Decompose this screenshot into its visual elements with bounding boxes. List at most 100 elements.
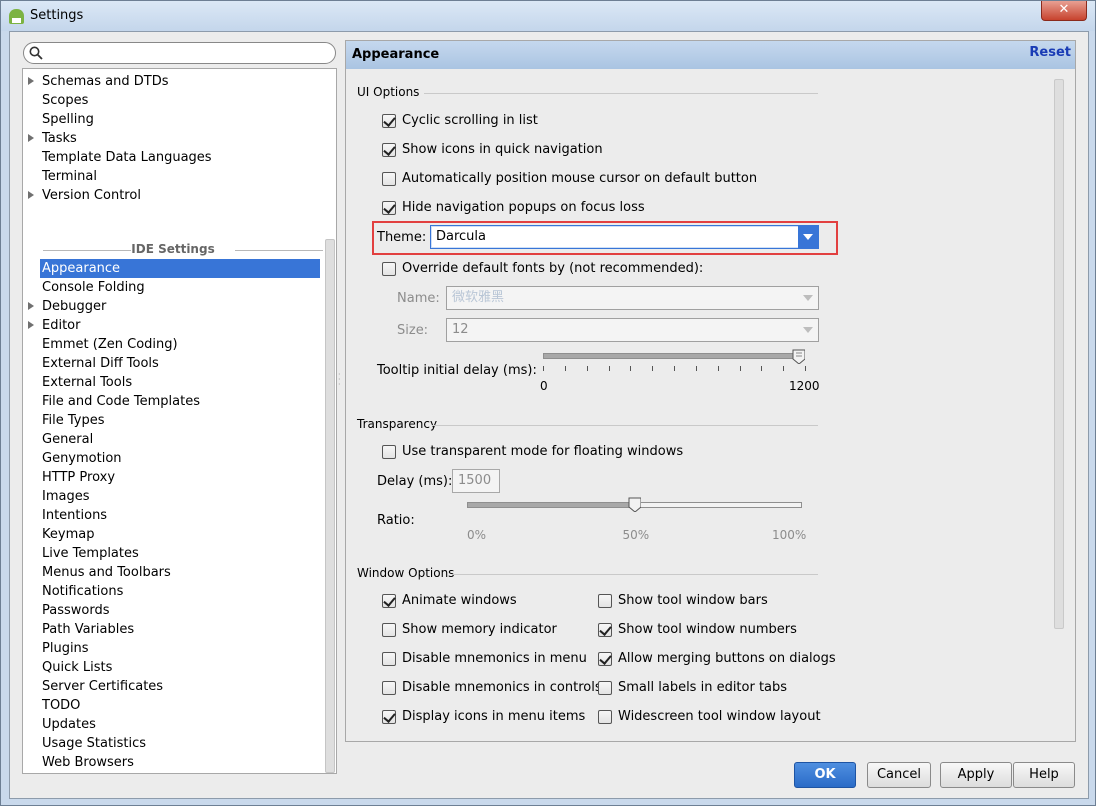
checkbox-label: Cyclic scrolling in list — [402, 113, 538, 128]
tree-scrollbar[interactable] — [325, 239, 335, 773]
delay-label: Delay (ms): — [377, 474, 453, 489]
sidebar-item[interactable]: Spelling — [40, 110, 96, 129]
chevron-right-icon[interactable] — [28, 321, 34, 329]
sidebar-item[interactable]: Web Browsers — [40, 753, 136, 772]
checkbox-box[interactable] — [382, 262, 396, 276]
ok-button[interactable]: OK — [794, 762, 856, 788]
sidebar-item[interactable]: Notifications — [40, 582, 125, 601]
checkbox-box[interactable] — [382, 143, 396, 157]
checkbox-box[interactable] — [382, 594, 396, 608]
chevron-right-icon[interactable] — [28, 302, 34, 310]
sidebar-item[interactable]: Emmet (Zen Coding) — [40, 335, 180, 354]
sidebar-item[interactable]: Editor — [40, 316, 82, 335]
settings-window: Settings ✕ ····· IDE Settings Schemas an… — [0, 0, 1096, 806]
chevron-right-icon[interactable] — [28, 77, 34, 85]
splitter-handle[interactable]: · · · — [338, 371, 344, 392]
sidebar-item[interactable]: Genymotion — [40, 449, 124, 468]
panel-scrollbar[interactable] — [1054, 79, 1064, 629]
sidebar-item[interactable]: TODO — [40, 696, 82, 715]
slider-thumb[interactable] — [792, 349, 805, 364]
sidebar-item[interactable]: Plugins — [40, 639, 91, 658]
font-size-dropdown[interactable]: 12 — [446, 318, 819, 342]
sidebar-item[interactable]: Live Templates — [40, 544, 141, 563]
font-name-label: Name: — [397, 291, 440, 306]
checkbox-label: Disable mnemonics in controls — [402, 680, 602, 695]
chevron-right-icon[interactable] — [28, 191, 34, 199]
chevron-down-icon — [798, 287, 818, 309]
settings-tree[interactable]: ····· IDE Settings Schemas and DTDsScope… — [22, 68, 337, 774]
sidebar-item[interactable]: Server Certificates — [40, 677, 165, 696]
section-label: IDE Settings — [131, 242, 215, 256]
sidebar-item[interactable]: Terminal — [40, 167, 99, 186]
search-input[interactable] — [46, 45, 326, 61]
ratio-label: Ratio: — [377, 513, 415, 528]
checkbox-box[interactable] — [382, 681, 396, 695]
sidebar-item[interactable]: File Types — [40, 411, 107, 430]
ratio-tick-label: 0% — [467, 528, 487, 542]
checkbox-box[interactable] — [598, 710, 612, 724]
checkbox-box[interactable] — [382, 172, 396, 186]
slider-tick — [695, 366, 697, 371]
checkbox-box[interactable] — [382, 201, 396, 215]
sidebar-item[interactable]: Quick Lists — [40, 658, 114, 677]
sidebar-item[interactable]: Keymap — [40, 525, 96, 544]
cancel-button[interactable]: Cancel — [867, 762, 931, 788]
checkbox-box[interactable] — [382, 710, 396, 724]
search-icon — [29, 46, 43, 60]
close-button[interactable]: ✕ — [1041, 1, 1087, 21]
checkbox-label: Display icons in menu items — [402, 709, 586, 724]
sidebar-item[interactable]: External Diff Tools — [40, 354, 161, 373]
settings-search[interactable] — [23, 42, 336, 64]
sidebar-item[interactable]: Debugger — [40, 297, 108, 316]
checkbox-label: Use transparent mode for floating window… — [402, 444, 684, 459]
checkbox-box[interactable] — [598, 594, 612, 608]
sidebar-item[interactable]: HTTP Proxy — [40, 468, 117, 487]
sidebar-item[interactable]: Menus and Toolbars — [40, 563, 173, 582]
slider-tick — [783, 366, 785, 371]
sidebar-item[interactable]: Schemas and DTDs — [40, 72, 171, 91]
panel-header: Appearance Reset — [346, 41, 1075, 69]
sidebar-item[interactable]: Template Data Languages — [40, 148, 214, 167]
checkbox-box[interactable] — [382, 623, 396, 637]
theme-value: Darcula — [436, 229, 487, 244]
checkbox-box[interactable] — [382, 114, 396, 128]
sidebar-item[interactable]: Usage Statistics — [40, 734, 148, 753]
checkbox-box[interactable] — [382, 652, 396, 666]
tree-section-ide-settings: IDE Settings — [23, 242, 323, 258]
apply-button[interactable]: Apply — [940, 762, 1012, 788]
checkbox-box[interactable] — [598, 623, 612, 637]
slider-thumb[interactable] — [628, 497, 641, 512]
checkbox-box[interactable] — [382, 445, 396, 459]
font-name-dropdown[interactable]: 微软雅黑 — [446, 286, 819, 310]
sidebar-item[interactable]: Scopes — [40, 91, 90, 110]
sidebar-item[interactable]: General — [40, 430, 95, 449]
help-button[interactable]: Help — [1013, 762, 1075, 788]
sidebar-item[interactable]: Appearance — [40, 259, 320, 278]
sidebar-item[interactable]: Passwords — [40, 601, 112, 620]
chevron-right-icon[interactable] — [28, 134, 34, 142]
slider-tick — [630, 366, 632, 371]
slider-tick — [739, 366, 741, 371]
theme-dropdown[interactable]: Darcula — [430, 225, 819, 249]
checkbox-label: Small labels in editor tabs — [618, 680, 788, 695]
checkbox-box[interactable] — [598, 681, 612, 695]
sidebar-item[interactable]: Console Folding — [40, 278, 147, 297]
sidebar-item[interactable]: Version Control — [40, 186, 143, 205]
sidebar-item[interactable]: Path Variables — [40, 620, 136, 639]
slider-tick — [586, 366, 588, 371]
reset-link[interactable]: Reset — [1029, 45, 1071, 60]
tooltip-delay-slider[interactable] — [543, 353, 805, 359]
sidebar-item[interactable]: External Tools — [40, 373, 134, 392]
sidebar-item[interactable]: File and Code Templates — [40, 392, 202, 411]
sidebar-item[interactable]: Intentions — [40, 506, 109, 525]
delay-input[interactable]: 1500 — [452, 469, 500, 493]
window-options-divider — [452, 574, 818, 575]
sidebar-item[interactable]: Tasks — [40, 129, 79, 148]
slider-fill — [468, 503, 635, 507]
sidebar-item[interactable]: Updates — [40, 715, 98, 734]
dialog-body: ····· IDE Settings Schemas and DTDsScope… — [9, 31, 1089, 799]
slider-tick — [805, 366, 806, 371]
checkbox-box[interactable] — [598, 652, 612, 666]
font-size-value: 12 — [452, 322, 469, 337]
sidebar-item[interactable]: Images — [40, 487, 92, 506]
